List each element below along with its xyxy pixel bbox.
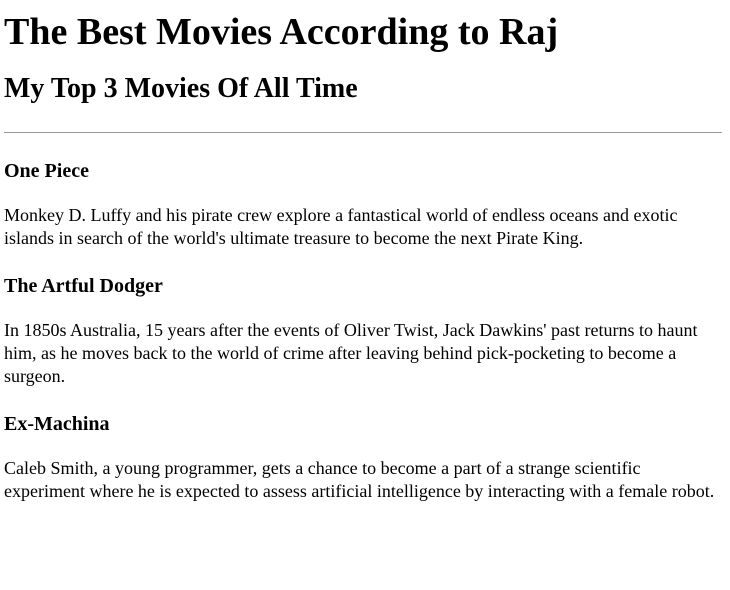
divider <box>4 132 722 133</box>
movie-item: Ex-Machina Caleb Smith, a young programm… <box>4 412 722 503</box>
page-subtitle: My Top 3 Movies Of All Time <box>4 73 358 104</box>
movie-title: Ex-Machina <box>4 413 110 435</box>
movie-description: Monkey D. Luffy and his pirate crew expl… <box>4 205 678 248</box>
movie-title: The Artful Dodger <box>4 275 163 297</box>
movie-description: Caleb Smith, a young programmer, gets a … <box>4 458 715 501</box>
movie-item: The Artful Dodger In 1850s Australia, 15… <box>4 274 722 388</box>
movie-item: One Piece Monkey D. Luffy and his pirate… <box>4 159 722 250</box>
page: The Best Movies According to Raj My Top … <box>0 10 730 503</box>
movie-title: One Piece <box>4 160 89 182</box>
page-title: The Best Movies According to Raj <box>4 11 559 53</box>
movie-description: In 1850s Australia, 15 years after the e… <box>4 320 698 386</box>
